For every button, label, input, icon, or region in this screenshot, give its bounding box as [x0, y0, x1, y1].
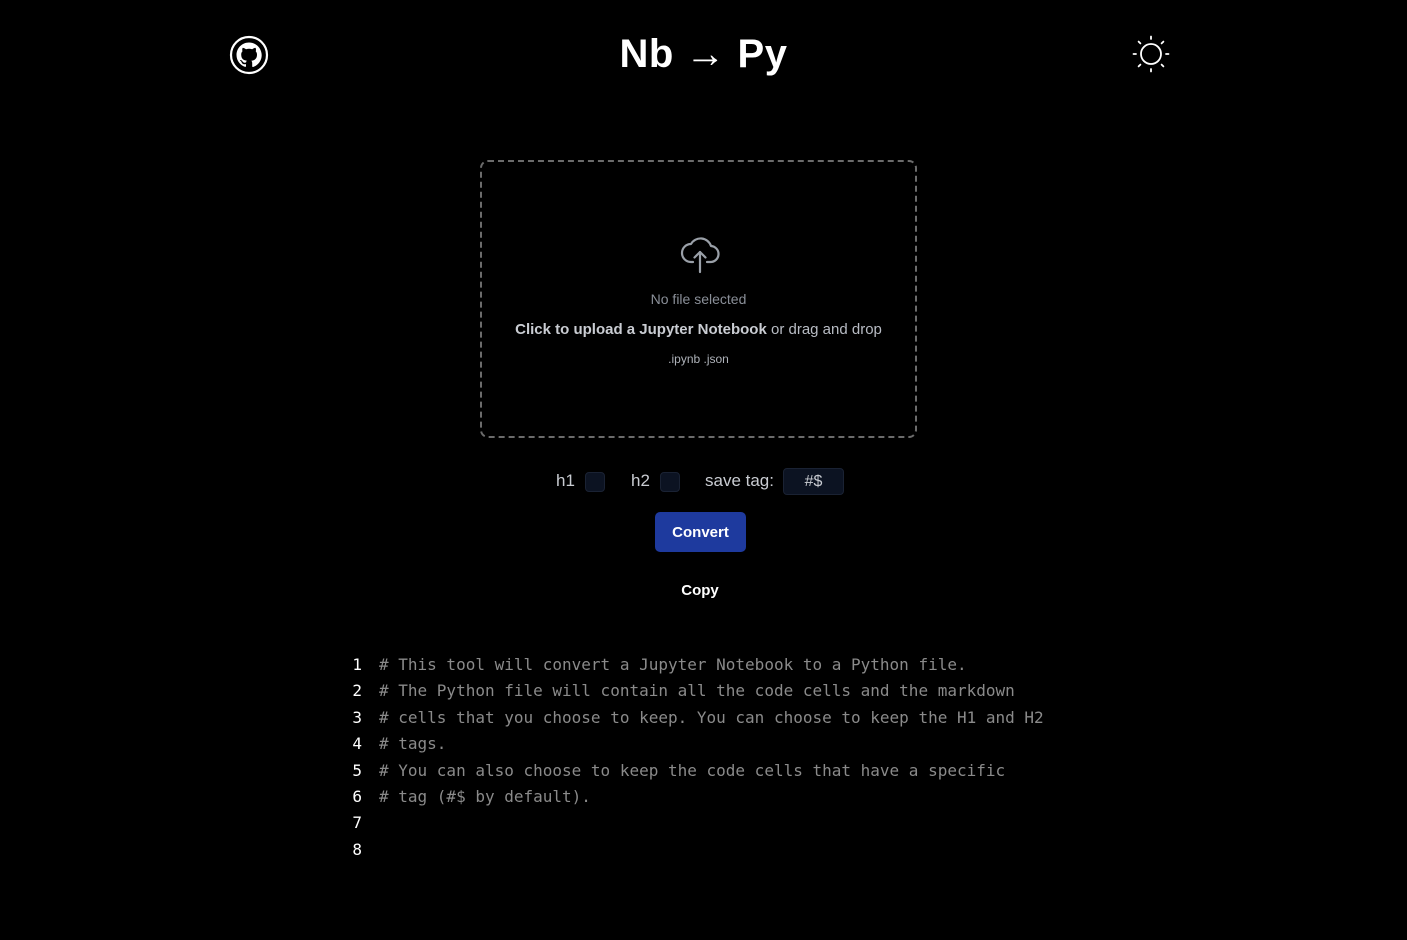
line-number: 2: [352, 681, 362, 701]
app-root: Nb → Py No file selected Click to upload…: [0, 0, 1407, 940]
theme-toggle-button[interactable]: [1132, 35, 1170, 73]
line-text: # tag (#$ by default).: [379, 786, 591, 806]
h2-label: h2: [631, 471, 650, 490]
code-line: 3 # cells that you choose to keep. You ca…: [340, 705, 1060, 731]
file-status-text: No file selected: [650, 291, 747, 307]
h1-checkbox[interactable]: [585, 472, 605, 492]
line-number: 3: [352, 707, 362, 727]
upload-cta: Click to upload a Jupyter Notebook: [515, 321, 767, 338]
page-title: Nb → Py: [619, 32, 788, 76]
code-line: 4 # tags.: [340, 731, 1060, 757]
line-number: 7: [352, 813, 362, 833]
line-number: 4: [352, 734, 362, 754]
code-line: 8: [340, 837, 1060, 863]
code-editor[interactable]: 1 # This tool will convert a Jupyter Note…: [340, 652, 1060, 863]
line-number: 8: [352, 839, 362, 859]
code-line: 7: [340, 810, 1060, 836]
upload-cta-rest: or drag and drop: [766, 321, 882, 338]
line-text: # The Python file will contain all the c…: [379, 681, 1015, 701]
upload-instructions: Click to upload a Jupyter Notebook or dr…: [482, 321, 915, 338]
line-number: 6: [352, 786, 362, 806]
line-text: # This tool will convert a Jupyter Noteb…: [379, 655, 967, 674]
line-number: 5: [352, 760, 362, 780]
code-line: 2 # The Python file will contain all the …: [340, 678, 1060, 704]
code-line: 5 # You can also choose to keep the code …: [340, 758, 1060, 784]
save-tag-label: save tag:: [705, 471, 774, 490]
line-number: 1: [352, 655, 362, 674]
h1-label: h1: [556, 471, 575, 490]
h2-checkbox[interactable]: [660, 472, 680, 492]
file-dropzone[interactable]: No file selected Click to upload a Jupyt…: [480, 160, 917, 438]
cloud-upload-icon: [680, 237, 720, 274]
line-text: # You can also choose to keep the code c…: [379, 760, 1006, 780]
sun-icon: [1132, 35, 1170, 73]
line-text: # cells that you choose to keep. You can…: [379, 707, 1044, 727]
line-text: # tags.: [379, 734, 447, 754]
copy-button[interactable]: Copy: [670, 578, 730, 602]
code-line: 6 # tag (#$ by default).: [340, 784, 1060, 810]
accepted-extensions: .ipynb .json: [668, 352, 729, 366]
save-tag-input[interactable]: [783, 468, 844, 495]
code-line: 1 # This tool will convert a Jupyter Note…: [340, 652, 1060, 678]
convert-button[interactable]: Convert: [655, 512, 746, 552]
